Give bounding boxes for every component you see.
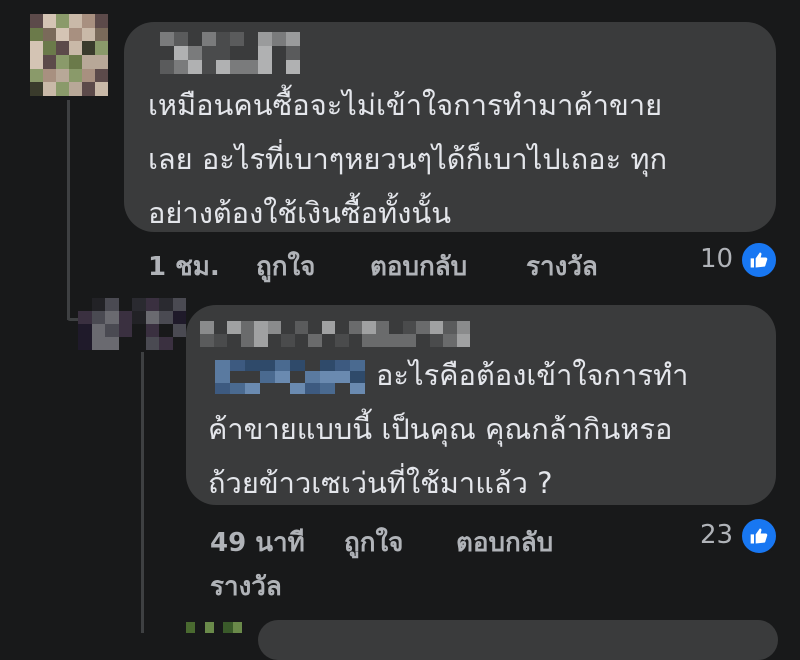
comment-text-line: เหมือนคนซื้อจะไม่เข้าใจการทำมาค้าขาย [148,88,663,122]
comment-actions: 1 ชม. ถูกใจ ตอบกลับ รางวัล [148,246,648,282]
comment-text-line: ถ้วยข้าวเซเว่นที่ใช้มาแล้ว ? [208,466,553,500]
comment-timestamp[interactable]: 1 ชม. [148,246,220,287]
commenter-name-blurred[interactable] [160,32,300,74]
reaction-count[interactable]: 23 [700,520,733,550]
commenter-name-blurred[interactable] [200,321,470,347]
comment-text: เหมือนคนซื้อจะไม่เข้าใจการทำมาค้าขาย เลย… [148,78,667,240]
award-button[interactable]: รางวัล [526,246,598,287]
avatar[interactable] [78,298,186,350]
comment-text: อะไรคือต้องเข้าใจการทำ ค้าขายแบบนี้ เป็น… [208,348,688,510]
comment-bubble [258,620,778,660]
like-icon[interactable] [740,241,778,279]
avatar[interactable] [30,14,108,96]
award-button[interactable]: รางวัล [210,566,282,607]
comment-text-line: เลย อะไรที่เบาๆหยวนๆได้ก็เบาไปเถอะ ทุก [148,142,668,176]
comment-text-line: อย่างต้องใช้เงินซื้อทั้งนั้น [148,196,452,230]
comment-actions: 49 นาที ถูกใจ ตอบกลับ รางวัล [210,522,690,602]
comment-text-line: อะไรคือต้องเข้าใจการทำ [376,358,689,392]
reply-button[interactable]: ตอบกลับ [456,522,553,563]
comment-text-line: ค้าขายแบบนี้ เป็นคุณ คุณกล้ากินหรอ [208,412,673,446]
thread-line-reply [141,352,144,633]
reply-button[interactable]: ตอบกลับ [370,246,467,287]
comment-timestamp[interactable]: 49 นาที [210,522,305,563]
reaction-count[interactable]: 10 [700,244,733,274]
like-button[interactable]: ถูกใจ [344,522,403,563]
thread-line [67,100,70,320]
avatar[interactable] [186,622,242,633]
like-icon[interactable] [740,517,778,555]
like-button[interactable]: ถูกใจ [256,246,315,287]
